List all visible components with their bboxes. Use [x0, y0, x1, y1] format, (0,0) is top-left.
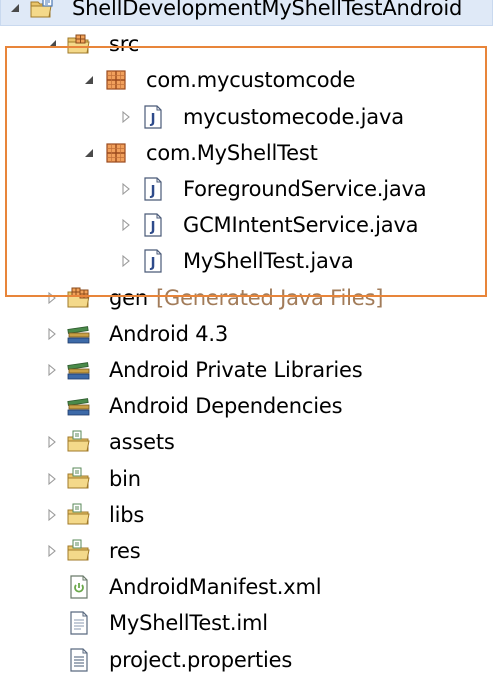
collapse-arrow-icon[interactable] — [45, 497, 61, 533]
tree-item-file-myshelltest[interactable]: J MyShellTest.java — [0, 243, 493, 279]
tree-item-label: Android Dependencies — [109, 394, 343, 419]
collapse-arrow-icon[interactable] — [119, 99, 135, 135]
tree-item-label: com.mycustomcode — [146, 68, 356, 93]
expand-arrow-icon[interactable] — [45, 26, 61, 62]
text-file-icon — [67, 611, 91, 635]
tree-item-iml[interactable]: MyShellTest.iml — [0, 605, 493, 641]
tree-item-label: MyShellTest.java — [183, 249, 354, 274]
collapse-arrow-icon[interactable] — [45, 461, 61, 497]
tree-item-libs[interactable]: libs — [0, 497, 493, 533]
android-manifest-icon — [67, 575, 91, 599]
svg-text:J: J — [150, 256, 156, 271]
package-icon — [104, 141, 128, 165]
tree-item-android-deps[interactable]: Android Dependencies — [0, 388, 493, 424]
folder-icon — [67, 430, 91, 454]
expand-arrow-icon[interactable] — [8, 0, 24, 26]
library-icon — [67, 394, 91, 418]
tree-item-android-private-libs[interactable]: Android Private Libraries — [0, 352, 493, 388]
tree-item-label: Android Private Libraries — [109, 358, 363, 382]
library-icon — [67, 322, 91, 346]
tree-item-manifest[interactable]: AndroidManifest.xml — [0, 569, 493, 605]
collapse-arrow-icon[interactable] — [119, 243, 135, 279]
tree-item-label: gen — [109, 285, 148, 310]
tree-item-android-43[interactable]: Android 4.3 — [0, 316, 493, 352]
folder-icon — [67, 503, 91, 527]
tree-item-file-foreground[interactable]: J ForegroundService.java — [0, 171, 493, 207]
tree-item-src[interactable]: src — [0, 26, 493, 62]
tree-item-label: com.MyShellTest — [146, 140, 318, 165]
collapse-arrow-icon[interactable] — [45, 316, 61, 352]
folder-icon — [67, 467, 91, 491]
properties-file-icon — [67, 647, 91, 672]
java-file-icon: J — [141, 104, 165, 129]
collapse-arrow-icon[interactable] — [119, 171, 135, 207]
collapse-arrow-icon[interactable] — [45, 352, 61, 388]
project-folder-icon — [30, 0, 54, 20]
tree-item-pkg-mycustomcode[interactable]: com.mycustomcode — [0, 62, 493, 98]
tree-item-assets[interactable]: assets — [0, 424, 493, 460]
tree-item-file-gcm[interactable]: J GCMIntentService.java — [0, 207, 493, 243]
generated-source-folder-icon — [67, 286, 91, 310]
java-file-icon: J — [141, 177, 165, 201]
package-explorer-tree: ShellDevelopmentMyShellTestAndroid src c… — [0, 0, 493, 694]
collapse-arrow-icon[interactable] — [45, 280, 61, 316]
package-icon — [104, 68, 128, 92]
tree-item-res[interactable]: res — [0, 533, 493, 569]
tree-item-label: Android 4.3 — [109, 321, 229, 346]
library-icon — [67, 358, 91, 382]
tree-item-label: MyShellTest.iml — [109, 611, 268, 636]
tree-item-pkg-myshelltest[interactable]: com.MyShellTest — [0, 135, 493, 171]
tree-item-label: src — [109, 32, 140, 57]
tree-item-project[interactable]: ShellDevelopmentMyShellTestAndroid — [0, 0, 493, 26]
tree-item-label: assets — [109, 430, 175, 455]
tree-item-decoration: [Generated Java Files] — [156, 285, 384, 310]
java-file-icon: J — [141, 249, 165, 273]
svg-text:J: J — [150, 184, 156, 199]
tree-item-gen[interactable]: gen [Generated Java Files] — [0, 280, 493, 316]
tree-item-label: mycustomecode.java — [183, 104, 404, 129]
collapse-arrow-icon[interactable] — [45, 533, 61, 569]
tree-item-label: res — [109, 539, 141, 563]
expand-arrow-icon[interactable] — [82, 62, 98, 98]
collapse-arrow-icon[interactable] — [119, 207, 135, 243]
java-file-icon: J — [141, 213, 165, 237]
tree-item-properties[interactable]: project.properties — [0, 642, 493, 678]
tree-item-label: bin — [109, 466, 141, 491]
svg-text:J: J — [150, 112, 156, 127]
tree-item-label: project.properties — [109, 647, 293, 672]
tree-item-label: AndroidManifest.xml — [109, 575, 322, 600]
folder-icon — [67, 539, 91, 563]
tree-item-label: ShellDevelopmentMyShellTestAndroid — [72, 0, 463, 20]
tree-item-file-mycustomecode[interactable]: J mycustomecode.java — [0, 99, 493, 135]
svg-text:J: J — [150, 220, 156, 235]
tree-item-label: ForegroundService.java — [183, 177, 427, 201]
tree-item-bin[interactable]: bin — [0, 461, 493, 497]
tree-item-label: GCMIntentService.java — [183, 213, 419, 238]
tree-item-label: libs — [109, 502, 145, 527]
source-folder-icon — [67, 32, 91, 56]
collapse-arrow-icon[interactable] — [45, 424, 61, 460]
expand-arrow-icon[interactable] — [82, 135, 98, 171]
